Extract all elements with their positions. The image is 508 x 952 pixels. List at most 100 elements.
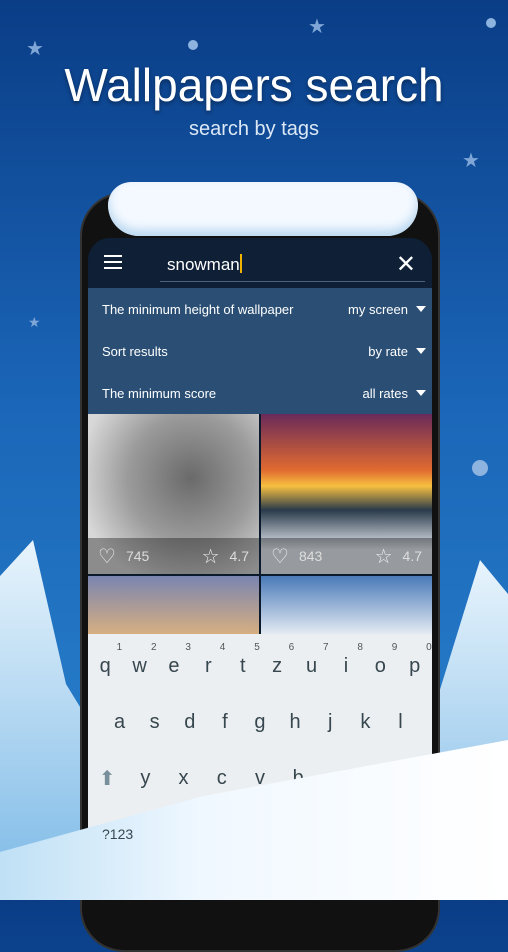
key-e[interactable]: e3 [159, 642, 191, 678]
likes-count: 843 [298, 548, 323, 564]
tile-stats: ♡ 745 ☆ 4.7 [88, 538, 259, 574]
key-label: w [132, 654, 147, 677]
filter-value: my screen [348, 301, 408, 317]
results-grid: ♡ 745 ☆ 4.7 ♡ 843 ☆ 4.7 [88, 414, 432, 636]
filter-value: all rates [362, 385, 408, 401]
dropdown-arrow-icon [416, 348, 426, 354]
key-l[interactable]: l [385, 711, 415, 734]
key-i[interactable]: i8 [331, 642, 363, 678]
filter-min-score[interactable]: The minimum score all rates [88, 372, 432, 414]
key-label: i [343, 654, 349, 677]
key-hint: 2 [151, 641, 157, 653]
snow-dot [486, 18, 496, 28]
close-icon[interactable]: ✕ [396, 250, 416, 279]
rating-value: 4.7 [402, 548, 422, 564]
wallpaper-tile[interactable]: ♡ 745 ☆ 4.7 [88, 414, 259, 574]
key-hint: 1 [116, 641, 123, 653]
star-icon[interactable]: ☆ [202, 544, 220, 569]
filter-min-height[interactable]: The minimum height of wallpaper my screen [88, 288, 432, 330]
hamburger-icon[interactable] [104, 255, 122, 269]
key-label: l [398, 710, 403, 733]
filter-sort[interactable]: Sort results by rate [88, 330, 432, 372]
key-g[interactable]: g [245, 711, 275, 734]
wallpaper-tile[interactable]: ♡ 843 ☆ 4.7 [261, 414, 432, 574]
key-label: h [289, 710, 301, 733]
key-hint: 9 [391, 641, 398, 653]
wallpaper-tile[interactable] [261, 576, 432, 636]
key-label: o [374, 654, 386, 677]
key-s[interactable]: s [140, 711, 170, 734]
key-f[interactable]: f [210, 711, 240, 734]
likes-count: 745 [125, 548, 150, 564]
filter-label: The minimum height of wallpaper [102, 301, 294, 317]
promo-subtitle: search by tags [188, 118, 320, 140]
rating-value: 4.7 [229, 548, 249, 564]
key-hint: 4 [219, 641, 226, 653]
key-label: x [178, 766, 189, 789]
app-bar: snowman ✕ [88, 238, 432, 288]
search-text: snowman [167, 255, 240, 274]
star-decoration: ★ [462, 150, 480, 172]
key-label: q [99, 654, 111, 677]
keyboard-row: q1w2e3r4t5z6u7i8o9p0 [88, 638, 432, 694]
snow-dot [188, 40, 198, 50]
tile-stats: ♡ 843 ☆ 4.7 [261, 538, 432, 574]
star-decoration: ★ [308, 16, 326, 38]
key-label: c [216, 766, 227, 789]
key-a[interactable]: a [105, 711, 135, 734]
key-h[interactable]: h [280, 711, 310, 734]
key-o[interactable]: o9 [365, 642, 398, 678]
key-label: t [239, 654, 246, 677]
key-label: p [409, 654, 421, 677]
key-hint: 3 [185, 641, 191, 653]
dropdown-arrow-icon [416, 390, 426, 396]
key-j[interactable]: j [315, 711, 345, 734]
key-d[interactable]: d [175, 711, 205, 734]
key-label: y [140, 766, 151, 789]
key-u[interactable]: u7 [297, 642, 329, 678]
filter-label: Sort results [102, 343, 168, 359]
key-hint: 7 [322, 641, 329, 653]
wallpaper-tile[interactable] [88, 576, 259, 636]
key-q[interactable]: q1 [90, 642, 123, 678]
key-c[interactable]: c [207, 767, 237, 790]
key-label: s [149, 710, 160, 733]
key-label: r [205, 654, 212, 677]
shift-key[interactable]: ⬆ [92, 766, 122, 791]
key-t[interactable]: t5 [228, 642, 260, 678]
dropdown-arrow-icon [416, 306, 426, 312]
snow-cap-decoration [108, 182, 418, 236]
keyboard-row: as d f gh j k l [88, 694, 432, 750]
heart-icon[interactable]: ♡ [98, 544, 116, 569]
key-label: e [168, 654, 180, 677]
key-label: a [113, 710, 126, 733]
text-caret [239, 254, 242, 273]
star-decoration: ★ [28, 314, 41, 330]
key-hint: 6 [288, 641, 295, 653]
key-label: z [272, 654, 283, 677]
key-label: f [222, 710, 228, 733]
search-input[interactable]: snowman [160, 244, 425, 282]
key-label: k [360, 710, 371, 733]
key-label: u [305, 654, 318, 677]
filter-panel: The minimum height of wallpaper my screen… [88, 288, 432, 414]
key-hint: 8 [357, 641, 363, 653]
star-icon[interactable]: ☆ [375, 544, 393, 569]
symbols-key[interactable]: ?123 [102, 826, 133, 842]
key-x[interactable]: x [169, 767, 199, 790]
snow-dot [472, 460, 488, 476]
key-p[interactable]: p0 [400, 642, 432, 678]
filter-label: The minimum score [102, 385, 217, 401]
key-label: d [184, 710, 196, 733]
promo-title: Wallpapers search [64, 59, 444, 111]
key-r[interactable]: r4 [193, 642, 225, 678]
key-label: g [254, 710, 266, 733]
key-w[interactable]: w2 [125, 642, 156, 678]
key-label: j [327, 710, 333, 733]
key-hint: 5 [254, 641, 260, 653]
heart-icon[interactable]: ♡ [271, 544, 289, 569]
key-y[interactable]: y [130, 767, 160, 790]
key-z[interactable]: z6 [262, 642, 294, 678]
key-k[interactable]: k [350, 711, 380, 734]
filter-value: by rate [368, 343, 408, 359]
